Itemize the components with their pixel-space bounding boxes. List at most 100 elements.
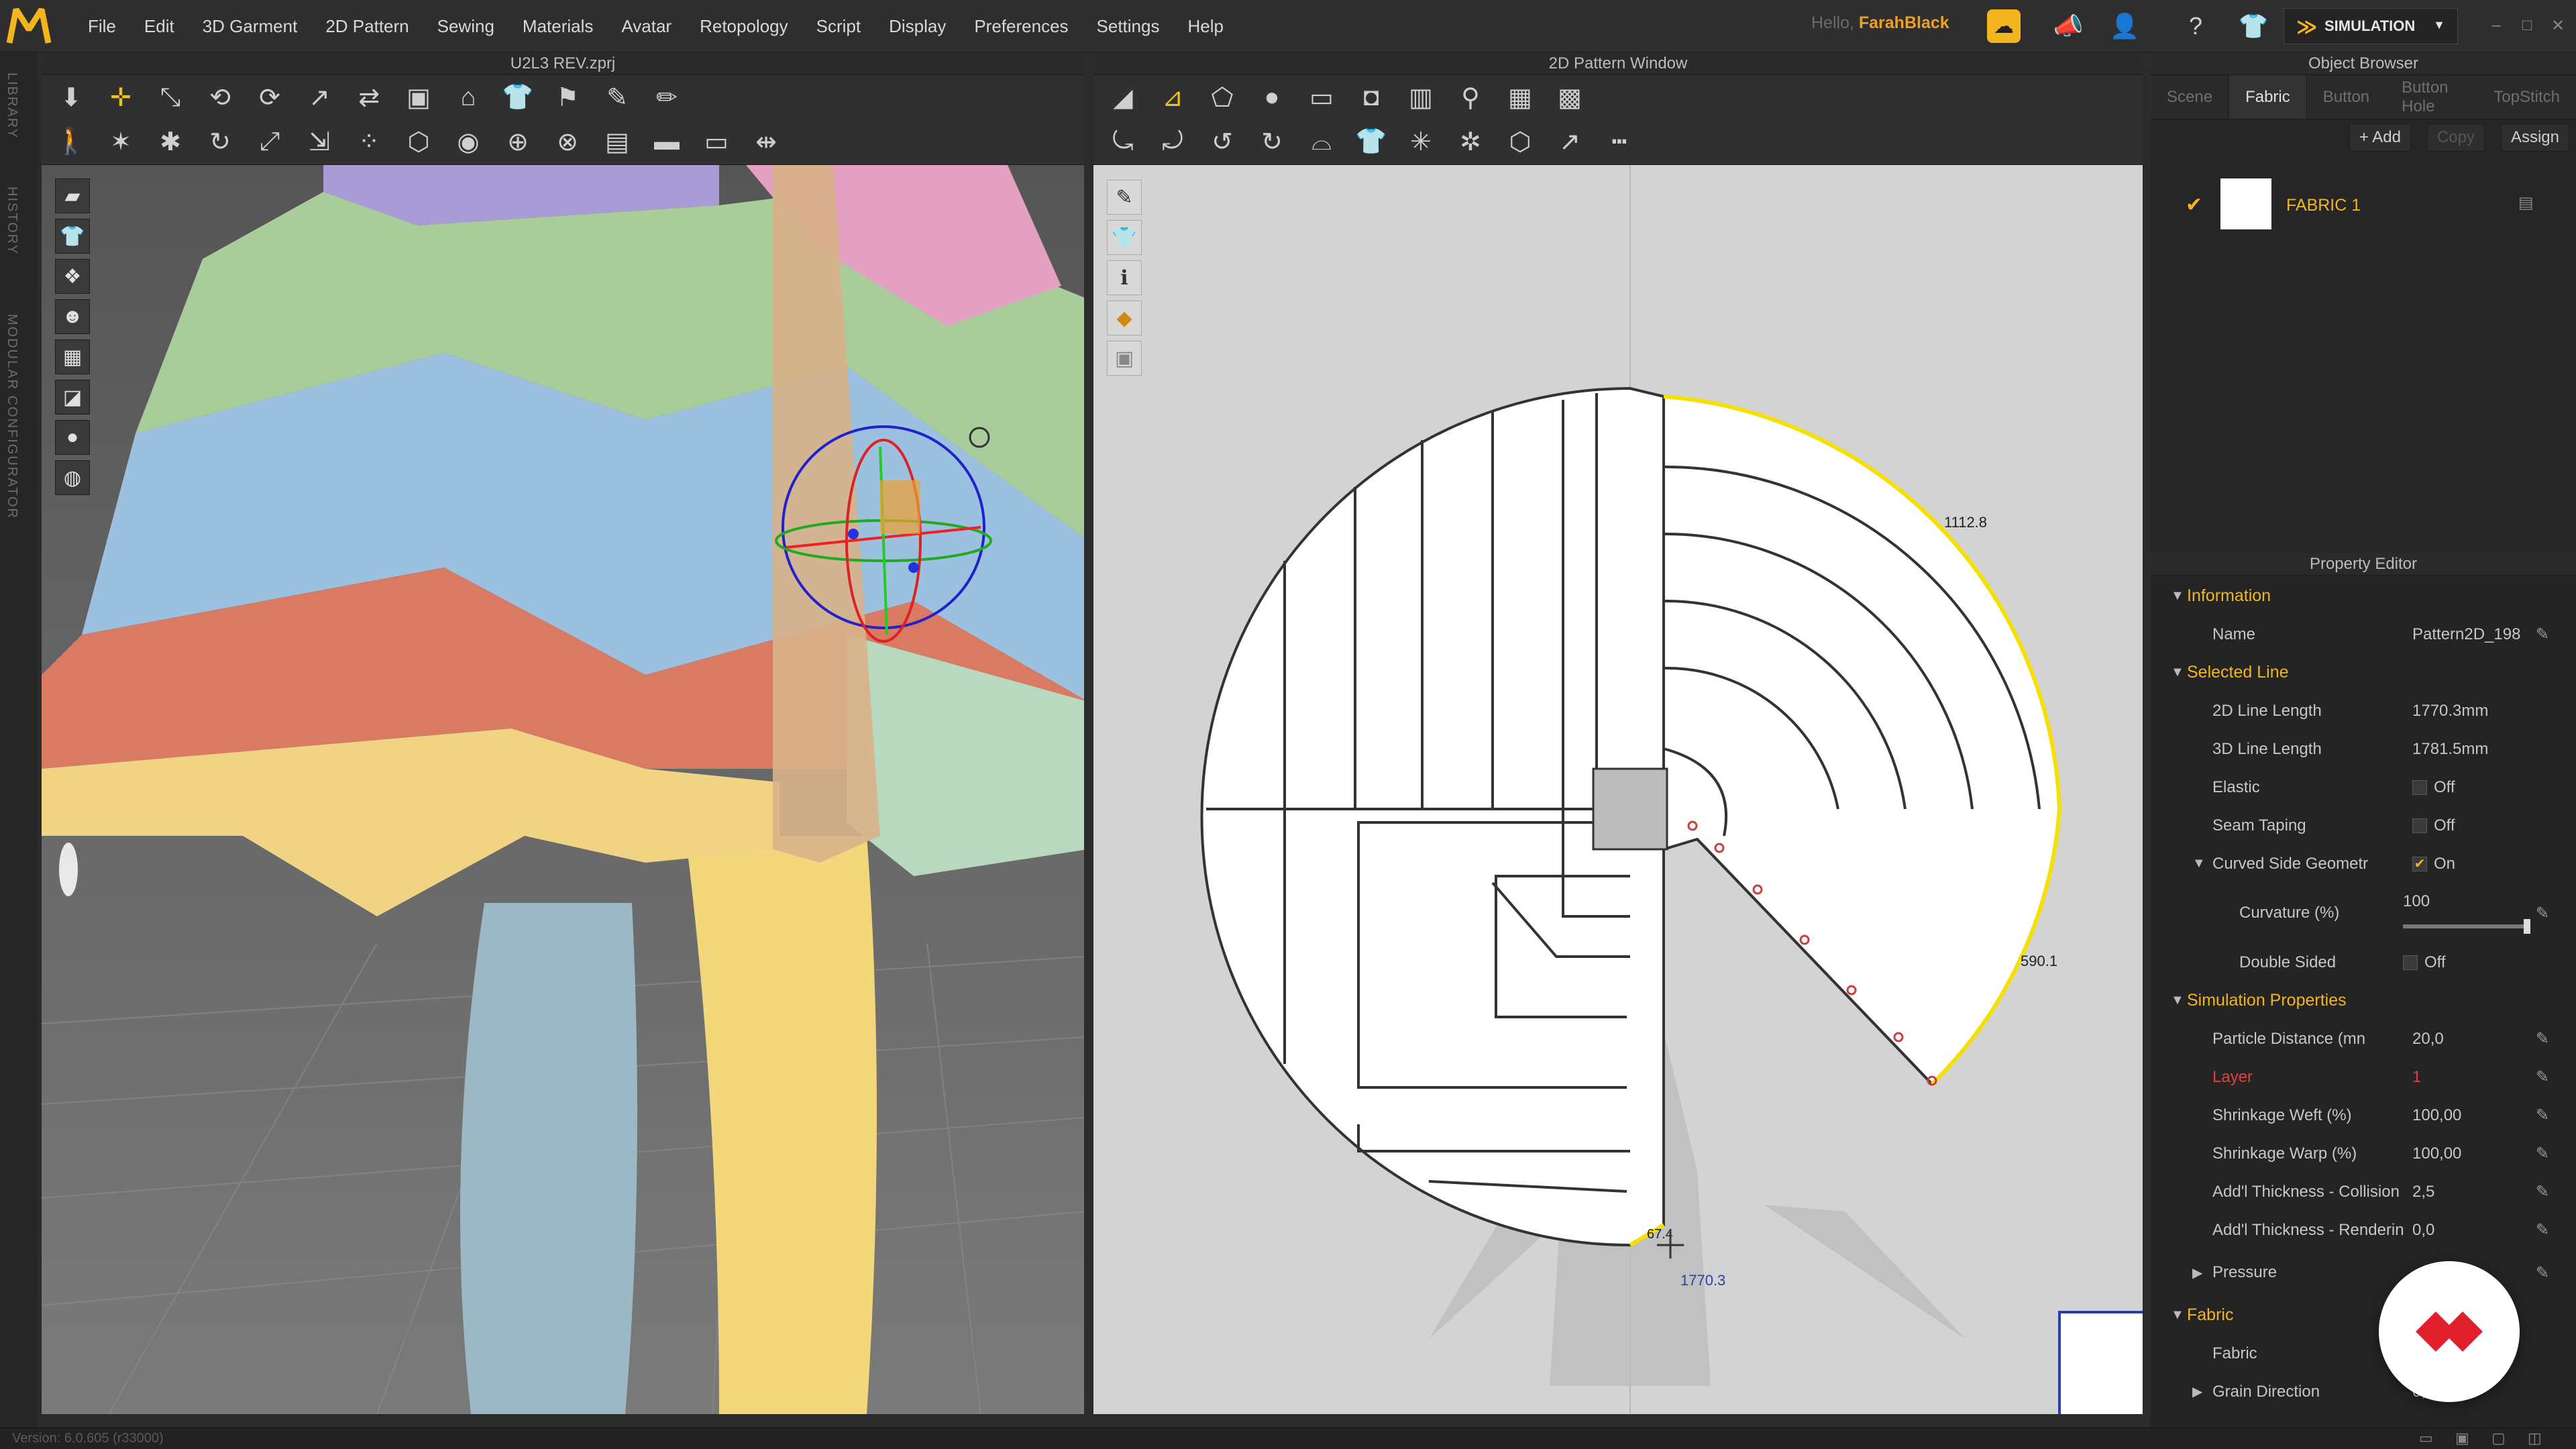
fold-lines-icon[interactable]: ▥: [1405, 81, 1437, 113]
shading-view-icon[interactable]: ◪: [55, 380, 90, 415]
segment-sewing-icon[interactable]: ⤿: [1107, 125, 1139, 158]
pen-icon[interactable]: ✏: [651, 81, 683, 113]
shirt-icon[interactable]: 👕: [502, 81, 534, 113]
menu-item-help[interactable]: Help: [1173, 16, 1237, 37]
checkbox[interactable]: [2403, 955, 2418, 971]
fold-arrange-icon[interactable]: ⟳: [254, 81, 286, 113]
library-tab[interactable]: LIBRARY: [4, 72, 19, 139]
edit-icon[interactable]: ✎: [2536, 904, 2549, 923]
fabric-list-item[interactable]: ✔ FABRIC 1 ▤: [2151, 173, 2576, 240]
mode-selector[interactable]: ≫ SIMULATION ▼: [2284, 8, 2458, 44]
free-sewing-icon[interactable]: ⤾: [1157, 125, 1189, 158]
prop-value[interactable]: 100,00: [2412, 1106, 2461, 1125]
layout-2d-icon[interactable]: ▢: [2491, 1430, 2506, 1447]
edit-icon[interactable]: ✎: [2536, 1263, 2549, 1283]
checkbox-checked[interactable]: ✔: [2412, 857, 2427, 872]
lock-tool-icon[interactable]: ▣: [1107, 341, 1142, 376]
checkbox[interactable]: [2412, 818, 2427, 834]
points-icon[interactable]: ⁘: [353, 125, 385, 158]
garment-store-icon[interactable]: 👕: [2237, 9, 2270, 43]
button-icon[interactable]: ⊕: [502, 125, 534, 158]
needle-icon[interactable]: ✎: [601, 81, 633, 113]
mesh-grid-icon[interactable]: ▩: [1554, 81, 1586, 113]
prop-value[interactable]: 2,5: [2412, 1183, 2434, 1201]
checkbox[interactable]: [2412, 780, 2427, 796]
prop-value[interactable]: 100,00: [2412, 1144, 2461, 1163]
grid-2d-icon[interactable]: ▦: [1504, 81, 1536, 113]
prop-value[interactable]: Pattern2D_198: [2412, 625, 2520, 644]
tab-button-hole[interactable]: Button Hole: [2385, 75, 2477, 119]
avatar-move-icon[interactable]: ✱: [154, 125, 186, 158]
assign-button[interactable]: Assign: [2500, 123, 2569, 152]
shirt-2d-icon[interactable]: 👕: [1355, 125, 1387, 158]
layout-split-icon[interactable]: ◫: [2528, 1430, 2542, 1447]
menu-item-edit[interactable]: Edit: [130, 16, 189, 37]
menu-item-file[interactable]: File: [74, 16, 130, 37]
pencil-tool-icon[interactable]: ✎: [1107, 180, 1142, 215]
add-button[interactable]: + Add: [2349, 123, 2411, 152]
menu-item-script[interactable]: Script: [802, 16, 875, 37]
prop-value[interactable]: 1770.3mm: [2412, 702, 2488, 720]
trim-icon[interactable]: ▭: [700, 125, 733, 158]
edit-icon[interactable]: ✎: [2536, 1144, 2549, 1163]
avatar-icon[interactable]: 🚶: [55, 125, 87, 158]
section-information[interactable]: ▼ Information: [2151, 577, 2576, 615]
color-view-icon[interactable]: ▦: [55, 339, 90, 374]
pattern-window-canvas[interactable]: 1112.8 590.1 67.4 1770.3 ✎ 👕 ℹ ◆ ▣: [1093, 165, 2143, 1414]
prop-value[interactable]: 100: [2403, 892, 2430, 911]
cloud-icon[interactable]: ☁: [1987, 9, 2021, 43]
close-icon[interactable]: ✕: [2548, 16, 2568, 36]
minimize-icon[interactable]: –: [2486, 16, 2506, 36]
puckering-2d-icon[interactable]: ✲: [1454, 125, 1487, 158]
tape-icon[interactable]: ▬: [651, 125, 683, 158]
pin-2d-icon[interactable]: ⚲: [1454, 81, 1487, 113]
circle-pattern-icon[interactable]: ●: [1256, 81, 1288, 113]
edit-pattern-icon[interactable]: ⊿: [1157, 81, 1189, 113]
arrange-icon[interactable]: ⇲: [303, 125, 335, 158]
menu-item-settings[interactable]: Settings: [1083, 16, 1174, 37]
scale-icon[interactable]: ⤢: [254, 125, 286, 158]
prop-value[interactable]: 1: [2412, 1068, 2421, 1087]
prop-value[interactable]: 0,0: [2412, 1221, 2434, 1240]
texture-icon[interactable]: ▣: [402, 81, 435, 113]
skin-view-icon[interactable]: ●: [55, 420, 90, 455]
ruler-icon[interactable]: ┅: [1603, 125, 1635, 158]
menu-item-preferences[interactable]: Preferences: [960, 16, 1082, 37]
menu-item-2d-pattern[interactable]: 2D Pattern: [311, 16, 423, 37]
info-icon[interactable]: ℹ: [1107, 260, 1142, 295]
fold-icon[interactable]: ⟲: [204, 81, 236, 113]
history-tab[interactable]: HISTORY: [4, 186, 19, 255]
edit-sewing-icon[interactable]: ↻: [1256, 125, 1288, 158]
section-selected-line[interactable]: ▼ Selected Line: [2151, 653, 2576, 692]
internal-shape-icon[interactable]: ◘: [1355, 81, 1387, 113]
shirt-tool-icon[interactable]: 👕: [1107, 220, 1142, 255]
texture-tool-icon[interactable]: ◆: [1107, 301, 1142, 335]
edit-icon[interactable]: ✎: [2536, 1220, 2549, 1240]
edit-icon[interactable]: ✎: [2536, 1106, 2549, 1125]
account-icon[interactable]: 👤: [2108, 9, 2141, 43]
view3d-viewport[interactable]: ▰ 👕 ❖ ☻ ▦ ◪ ● ◍: [42, 165, 1084, 1414]
garment-view-icon[interactable]: 👕: [55, 219, 90, 254]
tab-button[interactable]: Button: [2307, 75, 2385, 119]
edit-icon[interactable]: ✎: [2536, 1182, 2549, 1201]
avatar-view-icon[interactable]: ☻: [55, 299, 90, 334]
menu-item-3d-garment[interactable]: 3D Garment: [189, 16, 312, 37]
rotate-icon[interactable]: ↻: [204, 125, 236, 158]
rectangle-pattern-icon[interactable]: ▭: [1305, 81, 1338, 113]
double-sided-toggle[interactable]: Off: [2403, 953, 2446, 972]
arrange-2d-icon[interactable]: ✳: [1405, 125, 1437, 158]
curved-side-toggle[interactable]: ✔ On: [2412, 855, 2455, 873]
fabric-menu-icon[interactable]: ▤: [2518, 193, 2534, 213]
grid-icon[interactable]: ⬡: [402, 125, 435, 158]
maximize-icon[interactable]: □: [2517, 16, 2537, 36]
edit-icon[interactable]: ✎: [2536, 625, 2549, 644]
tab-scene[interactable]: Scene: [2151, 75, 2229, 119]
view-cube-icon[interactable]: ▰: [55, 178, 90, 213]
seam-taping-toggle[interactable]: Off: [2412, 816, 2455, 835]
menu-item-display[interactable]: Display: [875, 16, 960, 37]
section-simulation-properties[interactable]: ▼ Simulation Properties: [2151, 981, 2576, 1020]
menu-item-sewing[interactable]: Sewing: [423, 16, 508, 37]
edit-icon[interactable]: ✎: [2536, 1029, 2549, 1049]
menu-item-retopology[interactable]: Retopology: [686, 16, 802, 37]
layout-single-icon[interactable]: ▭: [2419, 1430, 2433, 1447]
